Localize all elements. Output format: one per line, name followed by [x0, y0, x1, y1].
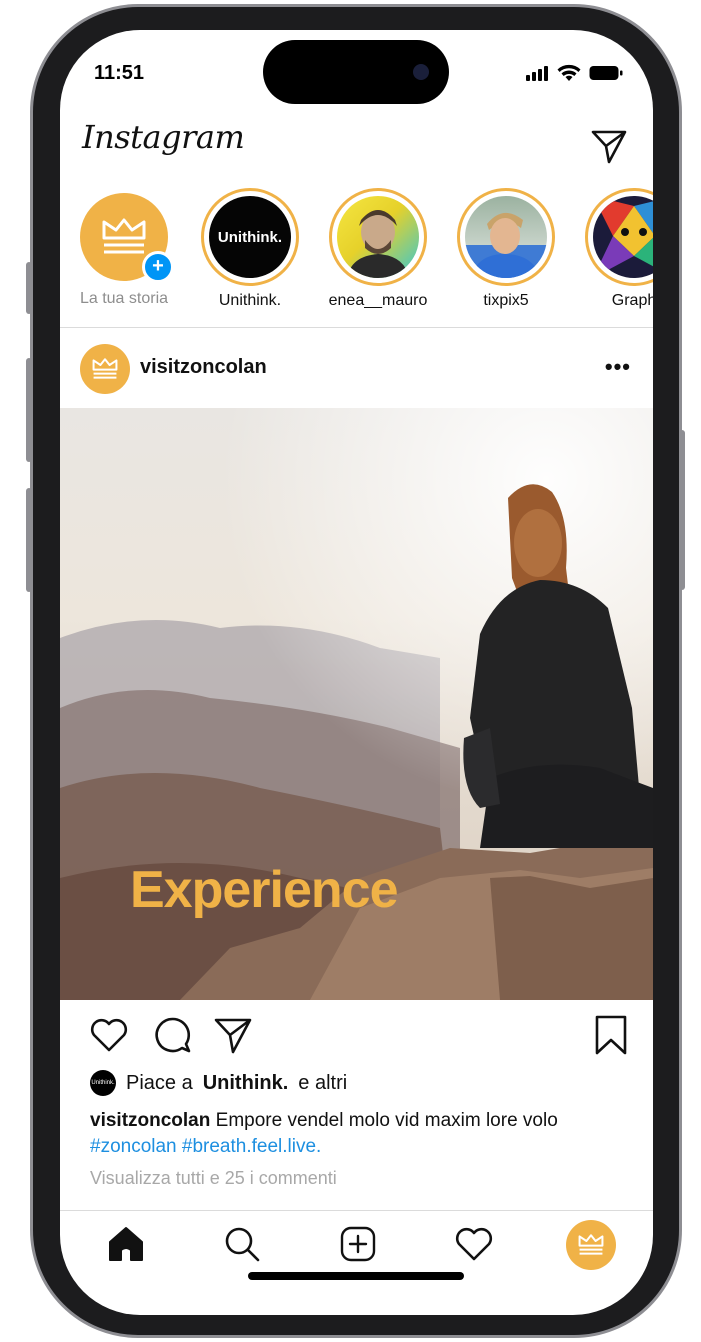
story-unithink[interactable]: Unithink. Unithink.	[200, 188, 300, 310]
likes-row[interactable]: Unithink. Piace a Unithink. e altri	[90, 1070, 347, 1096]
story-ring: Unithink.	[201, 188, 299, 286]
mute-switch	[26, 262, 32, 314]
story-label: Graph	[611, 292, 653, 309]
wifi-icon	[557, 64, 581, 81]
front-camera	[413, 64, 429, 80]
likes-prefix: Piace a	[126, 1071, 193, 1094]
story-label: enea__mauro	[328, 292, 428, 309]
caption-username[interactable]: visitzoncolan	[90, 1110, 210, 1131]
post-actions	[60, 1014, 653, 1070]
post-image[interactable]: Experience	[60, 408, 653, 1000]
story-label: Unithink.	[218, 292, 282, 309]
add-story-badge[interactable]: +	[142, 251, 174, 283]
post-username[interactable]: visitzoncolan	[140, 356, 267, 379]
story-label: tixpix5	[483, 292, 529, 309]
crown-logo-icon	[102, 218, 146, 254]
share-icon[interactable]	[212, 1014, 254, 1056]
search-icon[interactable]	[220, 1222, 264, 1266]
liker-avatar: Unithink.	[90, 1070, 116, 1096]
post-header: visitzoncolan •••	[60, 340, 653, 400]
dynamic-island	[263, 40, 449, 104]
battery-icon	[589, 66, 623, 80]
story-avatar	[593, 196, 653, 278]
caption-text: Empore vendel molo vid maxim lore volo	[215, 1110, 558, 1131]
own-avatar: +	[80, 193, 174, 283]
comment-icon[interactable]	[152, 1014, 194, 1056]
home-indicator[interactable]	[248, 1272, 464, 1280]
crown-logo-icon	[578, 1234, 604, 1255]
likes-suffix: e altri	[298, 1071, 348, 1094]
status-icons	[525, 64, 623, 82]
stories-divider	[60, 327, 653, 328]
more-options-icon[interactable]: •••	[605, 354, 631, 380]
profile-avatar[interactable]	[566, 1220, 616, 1270]
story-ring	[329, 188, 427, 286]
story-avatar	[465, 196, 547, 278]
story-tixpix5[interactable]: tixpix5	[456, 188, 556, 310]
activity-icon[interactable]	[452, 1222, 496, 1266]
signal-icon	[526, 66, 548, 81]
like-heart-icon[interactable]	[88, 1014, 130, 1056]
post-overlay-text: Experience	[130, 861, 398, 919]
post-caption: visitzoncolan Empore vendel molo vid max…	[90, 1108, 610, 1160]
nav-divider	[60, 1210, 653, 1211]
story-graph[interactable]: Graph	[584, 188, 653, 310]
person-photo	[471, 212, 541, 278]
volume-up-button	[26, 358, 32, 462]
crown-logo-icon	[92, 358, 118, 379]
create-icon[interactable]	[336, 1222, 380, 1266]
post-avatar[interactable]	[80, 344, 130, 394]
power-button	[679, 430, 685, 590]
lion-art	[593, 196, 653, 278]
stories-tray[interactable]: + La tua storia Unithink. Unithink. enea…	[60, 188, 653, 320]
person-photo	[347, 210, 409, 278]
phone-screen: 11:51 Instagram + La tua storia Unithink…	[60, 30, 653, 1315]
story-enea-mauro[interactable]: enea__mauro	[328, 188, 428, 310]
liker-avatar-text: Unithink.	[91, 1080, 115, 1086]
story-own[interactable]: + La tua storia	[74, 188, 174, 308]
story-avatar	[337, 196, 419, 278]
story-avatar: Unithink.	[209, 196, 291, 278]
caption-hashtags[interactable]: #zoncolan #breath.feel.live.	[90, 1136, 321, 1157]
likes-user[interactable]: Unithink.	[203, 1072, 289, 1095]
volume-down-button	[26, 488, 32, 592]
view-comments-link[interactable]: Visualizza tutti e 25 i commenti	[90, 1168, 337, 1189]
story-ring	[585, 188, 653, 286]
home-icon[interactable]	[104, 1222, 148, 1266]
story-ring	[457, 188, 555, 286]
status-time: 11:51	[94, 62, 145, 84]
direct-message-icon[interactable]	[589, 126, 629, 166]
app-logo[interactable]: Instagram	[82, 118, 245, 156]
story-avatar-text: Unithink.	[217, 228, 283, 246]
story-label: La tua storia	[79, 290, 169, 307]
bookmark-icon[interactable]	[590, 1014, 632, 1056]
